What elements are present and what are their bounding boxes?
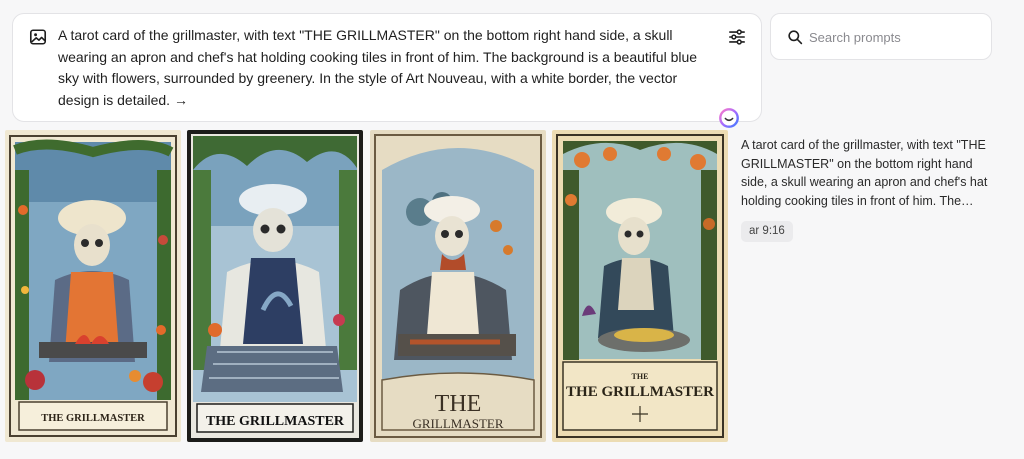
search-box[interactable]: [770, 13, 992, 60]
image-icon[interactable]: [29, 28, 47, 46]
search-icon: [788, 30, 803, 45]
prompt-description: A tarot card of the grillmaster, with te…: [741, 138, 988, 208]
card-caption-small: THE: [632, 372, 649, 381]
result-image-1[interactable]: THE GRILLMASTER: [5, 130, 181, 442]
prompt-box[interactable]: A tarot card of the grillmaster, with te…: [12, 13, 762, 122]
prompt-text[interactable]: A tarot card of the grillmaster, with te…: [58, 25, 698, 111]
sliders-icon[interactable]: [728, 28, 746, 46]
result-image-3[interactable]: THE GRILLMASTER: [370, 130, 546, 442]
card-caption-line-2: GRILLMASTER: [413, 416, 504, 431]
card-caption: THE GRILLMASTER: [41, 413, 145, 424]
card-caption-line-1: THE: [435, 391, 482, 417]
result-image-2[interactable]: THE GRILLMASTER: [187, 130, 363, 442]
card-caption: THE GRILLMASTER: [566, 384, 714, 400]
aspect-ratio-badge: ar 9:16: [741, 221, 793, 242]
result-image-4[interactable]: THE THE GRILLMASTER: [552, 130, 728, 442]
card-caption: THE GRILLMASTER: [206, 414, 345, 429]
search-input[interactable]: [809, 26, 979, 48]
ai-smile-icon[interactable]: [718, 107, 740, 129]
